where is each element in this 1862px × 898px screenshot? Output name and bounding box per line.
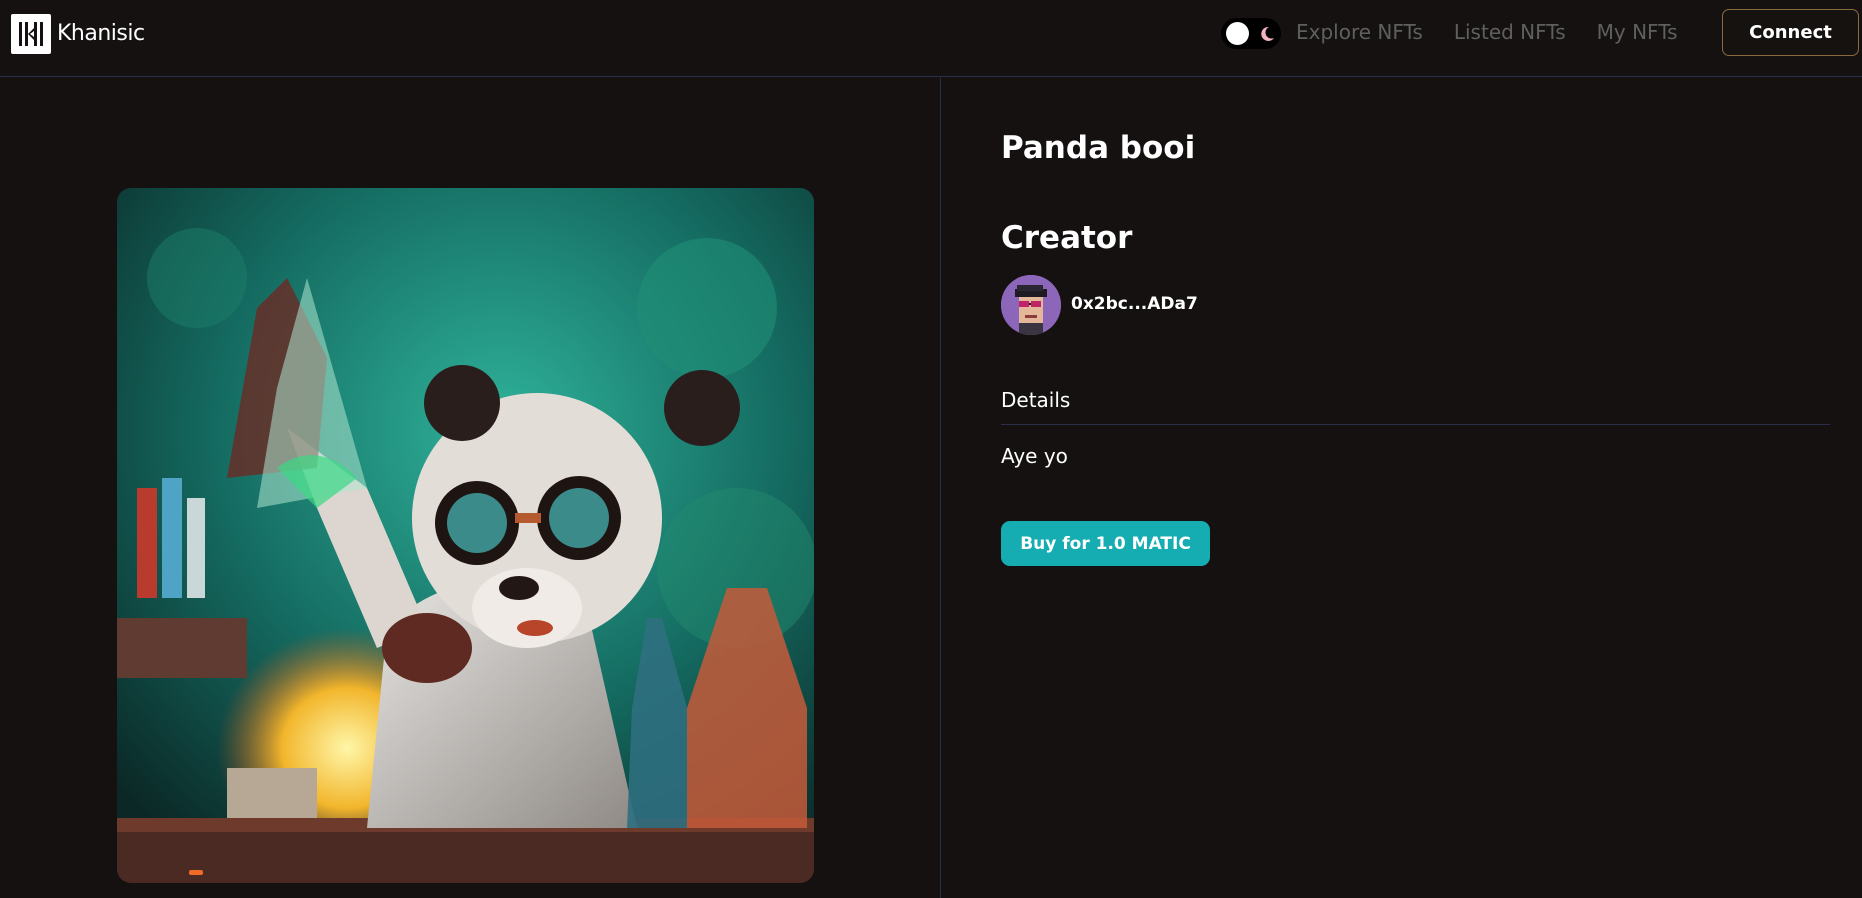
details-divider	[1001, 424, 1830, 425]
moon-icon	[1258, 25, 1276, 43]
theme-toggle[interactable]	[1221, 18, 1281, 49]
navbar: Khanisic Explore NFTs Listed NFTs My NFT…	[0, 0, 1862, 77]
nav-link-explore-nfts[interactable]: Explore NFTs	[1296, 20, 1423, 44]
nav-link-listed-nfts[interactable]: Listed NFTs	[1454, 20, 1566, 44]
avatar[interactable]	[1001, 275, 1061, 335]
brand-logo[interactable]: Khanisic	[11, 13, 145, 54]
nav-link-my-nfts[interactable]: My NFTs	[1597, 20, 1678, 44]
toggle-knob	[1226, 22, 1249, 45]
nft-image	[117, 188, 814, 883]
buy-button[interactable]: Buy for 1.0 MATIC	[1001, 521, 1210, 566]
nft-title: Panda booi	[1001, 130, 1196, 166]
details-text: Aye yo	[1001, 444, 1068, 468]
logo-icon	[11, 13, 51, 54]
details-label: Details	[1001, 388, 1071, 412]
nav-links: Explore NFTs Listed NFTs My NFTs	[1296, 20, 1678, 44]
column-divider	[940, 78, 941, 898]
creator-heading: Creator	[1001, 220, 1133, 256]
creator-address[interactable]: 0x2bc...ADa7	[1071, 294, 1198, 314]
connect-button[interactable]: Connect	[1722, 9, 1859, 56]
brand-name: Khanisic	[57, 21, 145, 46]
